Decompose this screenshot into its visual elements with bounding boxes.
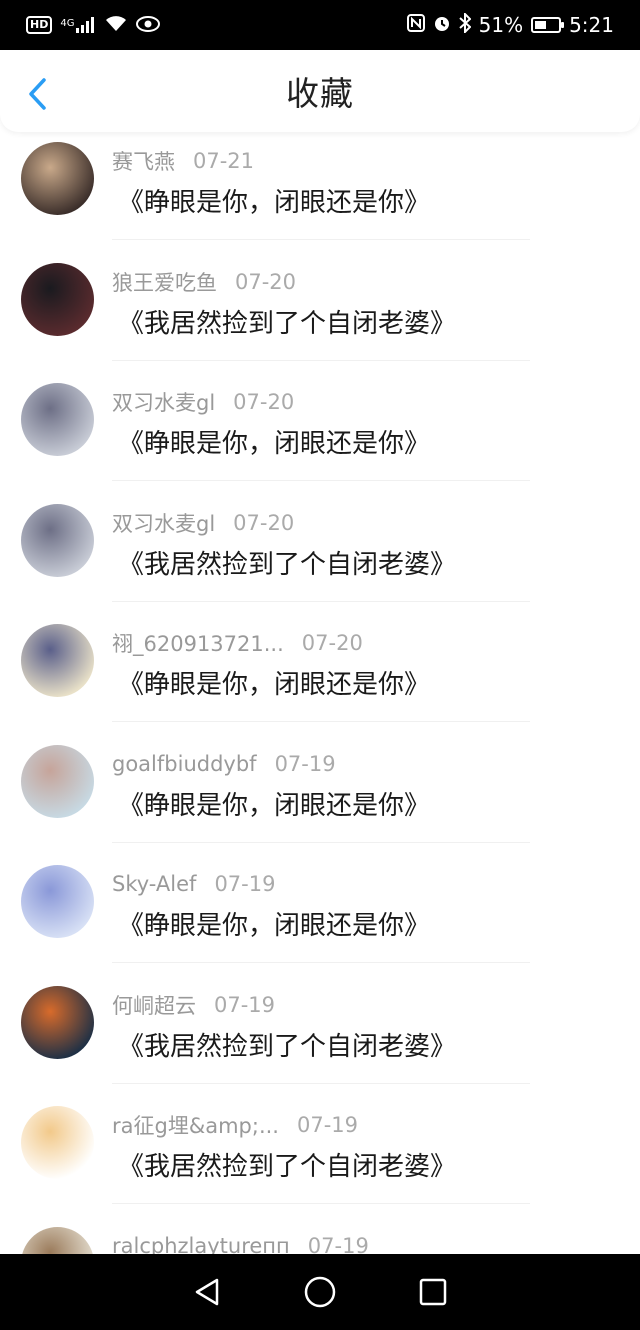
divider bbox=[112, 721, 530, 722]
favorite-item[interactable]: 狼王爱吃鱼 07-20 《我居然捡到了个自闭老婆》 bbox=[0, 259, 640, 380]
date: 07-19 bbox=[214, 992, 276, 1017]
avatar[interactable] bbox=[21, 624, 94, 697]
avatar[interactable] bbox=[21, 1226, 94, 1254]
item-meta: 赛飞燕 07-21 bbox=[112, 146, 254, 176]
item-meta: Sky-Alef 07-19 bbox=[112, 869, 275, 899]
divider bbox=[112, 480, 530, 481]
signal-icon: 4G bbox=[60, 17, 96, 33]
divider bbox=[112, 1082, 530, 1084]
username[interactable]: Sky-Alef bbox=[112, 872, 196, 896]
circle-home-icon bbox=[304, 1276, 336, 1308]
item-meta: 祤_620913721... 07-20 bbox=[112, 628, 363, 658]
navigation-bar bbox=[0, 1254, 640, 1330]
username[interactable]: 祤_620913721... bbox=[112, 628, 284, 658]
favorite-item[interactable]: goalfbiuddybf 07-19 《睁眼是你，闭眼还是你》 bbox=[0, 741, 640, 862]
eye-icon bbox=[136, 13, 161, 37]
nfc-icon bbox=[406, 13, 425, 37]
book-title[interactable]: 《我居然捡到了个自闭老婆》 bbox=[118, 1146, 456, 1183]
avatar[interactable] bbox=[21, 1106, 94, 1179]
username[interactable]: 双习水麦gl bbox=[112, 387, 215, 417]
item-meta: ra征g埋&amp;... 07-19 bbox=[112, 1110, 358, 1140]
date: 07-20 bbox=[233, 510, 295, 535]
favorite-item[interactable]: Sky-Alef 07-19 《睁眼是你，闭眼还是你》 bbox=[0, 861, 640, 982]
book-title[interactable]: 《睁眼是你，闭眼还是你》 bbox=[118, 182, 430, 219]
item-meta: 狼王爱吃鱼 07-20 bbox=[112, 267, 296, 297]
battery-level-fill bbox=[535, 21, 547, 29]
username[interactable]: goalfbiuddybf bbox=[112, 752, 257, 776]
favorite-item[interactable]: 何峒超云 07-19 《我居然捡到了个自闭老婆》 bbox=[0, 982, 640, 1103]
screen: HD 4G 51% 5:21 收藏 赛飞燕 07-21 《睁眼是你，闭眼还是你》… bbox=[0, 0, 640, 1330]
username[interactable]: 赛飞燕 bbox=[112, 146, 175, 176]
favorite-item[interactable]: ra征g埋&amp;... 07-19 《我居然捡到了个自闭老婆》 bbox=[0, 1102, 640, 1223]
book-title[interactable]: 《我居然捡到了个自闭老婆》 bbox=[118, 1026, 456, 1063]
avatar[interactable] bbox=[21, 744, 94, 818]
status-left: HD 4G bbox=[26, 13, 161, 37]
username[interactable]: 双习水麦gl bbox=[112, 508, 215, 538]
avatar[interactable] bbox=[21, 985, 94, 1059]
date: 07-19 bbox=[296, 1113, 358, 1137]
date: 07-19 bbox=[307, 1233, 369, 1255]
bluetooth-icon bbox=[458, 11, 472, 38]
book-title[interactable]: 《睁眼是你，闭眼还是你》 bbox=[118, 423, 430, 460]
favorites-list: 赛飞燕 07-21 《睁眼是你，闭眼还是你》 狼王爱吃鱼 07-20 《我居然捡到了个自闭… bbox=[0, 138, 640, 1254]
favorite-item[interactable]: 双习水麦gl 07-20 《我居然捡到了个自闭老婆》 bbox=[0, 500, 640, 621]
battery-icon bbox=[531, 17, 565, 33]
favorite-item[interactable]: 双习水麦gl 07-20 《睁眼是你，闭眼还是你》 bbox=[0, 379, 640, 500]
book-title[interactable]: 《睁眼是你，闭眼还是你》 bbox=[118, 785, 430, 822]
book-title[interactable]: 《睁眼是你，闭眼还是你》 bbox=[118, 905, 430, 942]
date: 07-19 bbox=[274, 751, 336, 776]
triangle-back-icon bbox=[195, 1278, 218, 1306]
nav-back-button[interactable] bbox=[187, 1272, 227, 1312]
battery-percent: 51% bbox=[478, 13, 524, 37]
network-type: 4G bbox=[60, 18, 75, 29]
item-meta: goalfbiuddybf 07-19 bbox=[112, 749, 336, 779]
book-title[interactable]: 《我居然捡到了个自闭老婆》 bbox=[118, 303, 456, 340]
avatar[interactable] bbox=[21, 503, 94, 577]
date: 07-21 bbox=[193, 149, 255, 173]
divider bbox=[112, 841, 530, 843]
app-header: 收藏 bbox=[0, 50, 640, 132]
alarm-icon bbox=[433, 13, 451, 37]
divider bbox=[112, 600, 530, 602]
item-meta: ralcphzlaytureпп 07-19 bbox=[112, 1231, 369, 1255]
status-bar: HD 4G 51% 5:21 bbox=[0, 0, 640, 50]
page-title: 收藏 bbox=[286, 74, 354, 113]
item-meta: 何峒超云 07-19 bbox=[112, 990, 275, 1020]
avatar[interactable] bbox=[21, 865, 94, 938]
nav-recents-button[interactable] bbox=[413, 1272, 453, 1312]
divider bbox=[112, 239, 530, 240]
status-right: 51% 5:21 bbox=[406, 11, 614, 38]
square-recents-icon bbox=[420, 1278, 447, 1306]
item-meta: 双习水麦gl 07-20 bbox=[112, 387, 294, 417]
book-title[interactable]: 《睁眼是你，闭眼还是你》 bbox=[118, 664, 430, 701]
back-button[interactable] bbox=[18, 74, 58, 114]
clock: 5:21 bbox=[569, 13, 614, 37]
favorite-item[interactable]: 赛飞燕 07-21 《睁眼是你，闭眼还是你》 bbox=[0, 138, 640, 259]
date: 07-20 bbox=[301, 631, 363, 655]
avatar[interactable] bbox=[21, 262, 94, 336]
item-meta: 双习水麦gl 07-20 bbox=[112, 508, 294, 538]
hd-indicator: HD bbox=[26, 16, 53, 34]
date: 07-20 bbox=[235, 269, 297, 294]
username[interactable]: 何峒超云 bbox=[112, 990, 196, 1020]
chevron-left-icon bbox=[29, 78, 46, 110]
username[interactable]: 狼王爱吃鱼 bbox=[112, 267, 217, 297]
date: 07-19 bbox=[214, 872, 276, 896]
book-title[interactable]: 《我居然捡到了个自闭老婆》 bbox=[118, 544, 456, 581]
username[interactable]: ra征g埋&amp;... bbox=[112, 1110, 279, 1140]
divider bbox=[112, 359, 530, 361]
username[interactable]: ralcphzlaytureпп bbox=[112, 1234, 290, 1255]
avatar[interactable] bbox=[21, 383, 94, 456]
divider bbox=[112, 962, 530, 963]
divider bbox=[112, 1203, 530, 1204]
avatar[interactable] bbox=[21, 142, 94, 215]
favorite-item[interactable]: 祤_620913721... 07-20 《睁眼是你，闭眼还是你》 bbox=[0, 620, 640, 741]
date: 07-20 bbox=[233, 390, 295, 414]
wifi-icon bbox=[104, 13, 128, 37]
nav-home-button[interactable] bbox=[300, 1272, 340, 1312]
favorite-item[interactable]: ralcphzlaytureпп 07-19 bbox=[0, 1223, 640, 1255]
